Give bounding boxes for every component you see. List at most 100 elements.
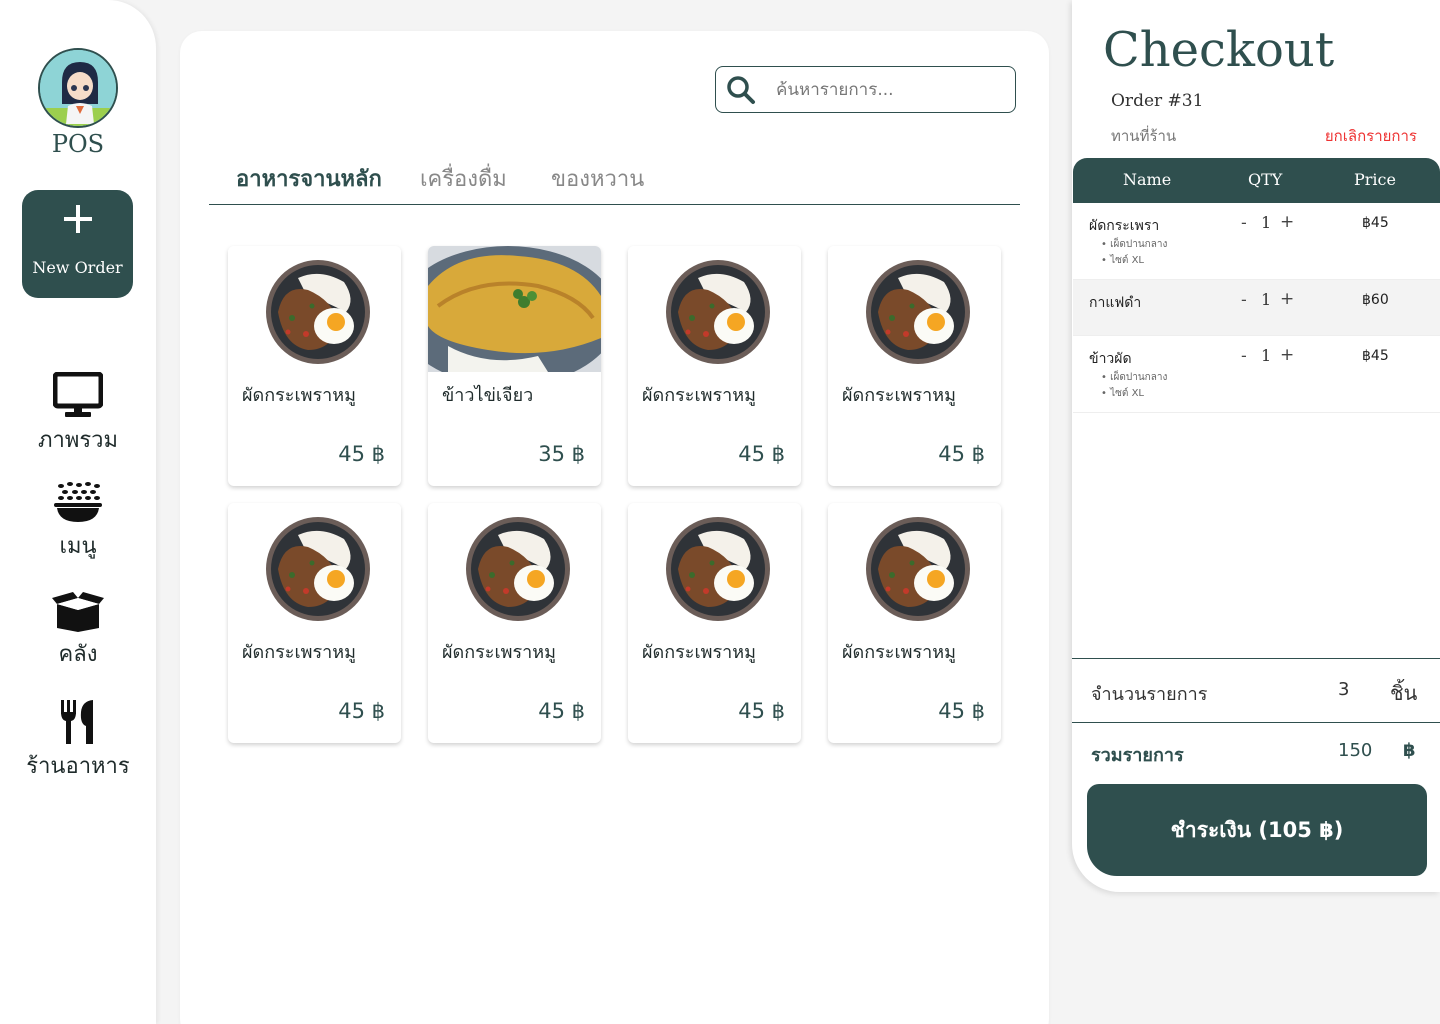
order-item-price: ฿60 (1362, 292, 1389, 308)
decrease-qty-button[interactable]: - (1241, 290, 1247, 309)
avatar[interactable] (38, 48, 118, 128)
menu-item-card[interactable]: ผัดกระเพราหมู 45 ฿ (428, 503, 601, 743)
order-item-row: ข้าวผัด • เผ็ดปานกลาง • ไซต์ XL -1 + ฿45 (1073, 336, 1440, 413)
menu-item-image (828, 246, 1001, 372)
total-label: รวมรายการ (1091, 745, 1184, 766)
menu-item-name: ผัดกระเพราหมู (442, 642, 556, 663)
tab-main-dishes[interactable]: อาหารจานหลัก (236, 161, 382, 196)
menu-item-card[interactable]: ผัดกระเพราหมู 45 ฿ (828, 246, 1001, 486)
sidebar-item-menu[interactable]: เมนู (0, 480, 156, 563)
menu-item-image (828, 503, 1001, 629)
menu-item-image (428, 246, 601, 386)
cancel-order-button[interactable]: ยกเลิกรายการ (1325, 124, 1417, 148)
sidebar-item-label: ร้านอาหาร (26, 754, 130, 779)
total-unit: ฿ (1403, 740, 1416, 761)
menu-item-card[interactable]: ผัดกระเพราหมู 45 ฿ (628, 246, 801, 486)
sidebar-item-label: คลัง (58, 642, 98, 667)
order-item-option: • ไซต์ XL (1101, 386, 1144, 401)
order-item-row: ผัดกระเพรา • เผ็ดปานกลาง • ไซต์ XL -1 + ฿45 (1073, 203, 1440, 280)
option-text: เผ็ดปานกลาง (1110, 372, 1168, 383)
item-count-unit: ชิ้น (1390, 681, 1418, 705)
menu-item-image (628, 503, 801, 629)
new-order-button[interactable]: New Order (22, 190, 133, 298)
order-item-name: กาแฟดำ (1089, 295, 1142, 311)
checkout-panel: Checkout Order #31 ทานที่ร้าน ยกเลิกรายก… (1072, 0, 1440, 892)
menu-item-image (628, 246, 801, 372)
search-box[interactable] (715, 66, 1016, 113)
order-item-option: • เผ็ดปานกลาง (1101, 237, 1167, 252)
increase-qty-button[interactable]: + (1280, 212, 1294, 232)
option-text: เผ็ดปานกลาง (1110, 239, 1168, 250)
pay-button[interactable]: ชำระเงิน (105 ฿) (1087, 784, 1427, 876)
decrease-qty-button[interactable]: - (1241, 346, 1247, 365)
menu-item-card[interactable]: ผัดกระเพราหมู 45 ฿ (228, 503, 401, 743)
order-item-option: • เผ็ดปานกลาง (1101, 370, 1167, 385)
order-item-qty: 1 (1261, 346, 1272, 365)
bullet: • (1101, 388, 1107, 399)
menu-item-name: ข้าวไข่เจียว (442, 385, 534, 406)
item-count-value: 3 (1338, 679, 1350, 700)
total-value: 150 (1338, 740, 1373, 761)
menu-item-price: 45 ฿ (938, 699, 985, 723)
menu-item-card[interactable]: ผัดกระเพราหมู 45 ฿ (228, 246, 401, 486)
tab-desserts[interactable]: ของหวาน (551, 161, 644, 196)
menu-item-price: 45 ฿ (938, 442, 985, 466)
rice-bowl-icon (54, 482, 102, 522)
order-item-name: ข้าวผัด (1089, 351, 1132, 367)
order-item-row: กาแฟดำ -1 + ฿60 (1073, 280, 1440, 336)
decrease-qty-button[interactable]: - (1241, 213, 1247, 232)
menu-item-name: ผัดกระเพราหมู (242, 385, 356, 406)
menu-item-price: 45 ฿ (738, 442, 785, 466)
menu-panel: อาหารจานหลัก เครื่องดื่ม ของหวาน ผัดกระเ… (180, 31, 1049, 1024)
new-order-label: New Order (32, 258, 123, 277)
category-tabs: อาหารจานหลัก เครื่องดื่ม ของหวาน (209, 159, 1020, 205)
dine-type: ทานที่ร้าน (1111, 127, 1177, 145)
item-count-label: จำนวนรายการ (1091, 684, 1208, 705)
sidebar-item-label: ภาพรวม (37, 428, 119, 453)
order-item-qty: 1 (1261, 213, 1272, 232)
column-header-qty: QTY (1248, 170, 1283, 189)
menu-item-card[interactable]: ข้าวไข่เจียว 35 ฿ (428, 246, 601, 486)
bullet: • (1101, 255, 1107, 266)
monitor-icon (53, 372, 103, 417)
brand-label: POS (51, 130, 105, 158)
option-text: ไซต์ XL (1110, 388, 1145, 399)
sidebar-item-restaurant[interactable]: ร้านอาหาร (0, 700, 156, 783)
menu-item-image (428, 503, 601, 629)
box-icon (52, 592, 104, 632)
menu-item-name: ผัดกระเพราหมู (842, 385, 956, 406)
bullet: • (1101, 239, 1107, 250)
increase-qty-button[interactable]: + (1280, 345, 1294, 365)
option-text: ไซต์ XL (1110, 255, 1145, 266)
menu-item-price: 45 ฿ (338, 442, 385, 466)
sidebar-item-label: เมนู (59, 534, 97, 559)
menu-item-image (228, 503, 401, 629)
menu-item-price: 35 ฿ (538, 442, 585, 466)
sidebar: POS New Order ภาพรวม เมนู คลัง ร้านอาหาร (0, 0, 156, 1024)
order-item-option: • ไซต์ XL (1101, 253, 1144, 268)
tab-drinks[interactable]: เครื่องดื่ม (420, 161, 507, 196)
bullet: • (1101, 372, 1107, 383)
menu-item-name: ผัดกระเพราหมู (642, 385, 756, 406)
menu-item-name: ผัดกระเพราหมู (242, 642, 356, 663)
menu-item-name: ผัดกระเพราหมู (842, 642, 956, 663)
column-header-name: Name (1123, 170, 1172, 189)
search-icon (727, 76, 755, 104)
sidebar-item-inventory[interactable]: คลัง (0, 590, 156, 671)
menu-item-image (228, 246, 401, 372)
checkout-title: Checkout (1103, 22, 1335, 78)
sidebar-item-overview[interactable]: ภาพรวม (0, 372, 156, 457)
column-header-price: Price (1354, 170, 1396, 189)
order-item-name: ผัดกระเพรา (1089, 218, 1160, 234)
search-input[interactable] (776, 77, 1006, 103)
menu-item-card[interactable]: ผัดกระเพราหมู 45 ฿ (628, 503, 801, 743)
fork-knife-icon (61, 700, 93, 744)
plus-icon (22, 202, 133, 242)
order-number: Order #31 (1111, 91, 1204, 111)
order-item-price: ฿45 (1362, 215, 1389, 231)
menu-item-card[interactable]: ผัดกระเพราหมู 45 ฿ (828, 503, 1001, 743)
menu-item-price: 45 ฿ (738, 699, 785, 723)
item-count-row: จำนวนรายการ 3 ชิ้น (1072, 658, 1440, 723)
increase-qty-button[interactable]: + (1280, 289, 1294, 309)
menu-item-price: 45 ฿ (538, 699, 585, 723)
